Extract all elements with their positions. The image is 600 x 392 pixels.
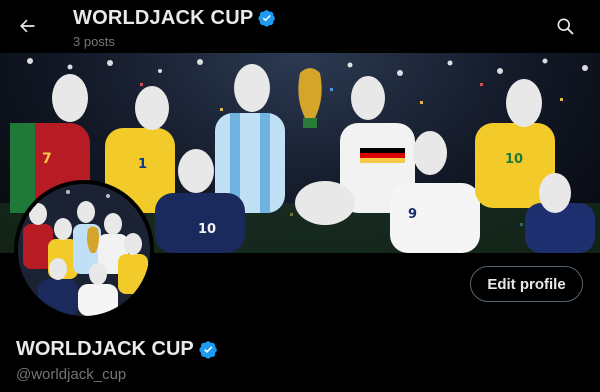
arrow-left-icon [20, 19, 35, 33]
page-title: WORLDJACK CUP [73, 6, 254, 29]
edit-profile-button[interactable]: Edit profile [470, 266, 583, 302]
svg-text:9: 9 [408, 207, 417, 222]
search-icon [557, 18, 574, 35]
header-title-block: WORLDJACK CUP 3 posts [73, 6, 276, 49]
profile-display-name: WORLDJACK CUP [16, 338, 194, 360]
svg-text:7: 7 [42, 151, 52, 167]
svg-text:1: 1 [138, 157, 147, 172]
top-bar: WORLDJACK CUP 3 posts [0, 0, 600, 53]
profile-handle: @worldjack_cup [16, 366, 127, 383]
svg-text:10: 10 [198, 222, 216, 237]
svg-text:10: 10 [505, 152, 523, 167]
back-button[interactable] [10, 9, 44, 43]
avatar-image [18, 184, 150, 316]
profile-avatar[interactable] [14, 180, 154, 320]
profile-name-row: WORLDJACK CUP [16, 338, 218, 361]
verified-badge-icon [258, 9, 276, 27]
verified-badge-icon[interactable] [199, 340, 218, 359]
posts-count: 3 posts [73, 34, 115, 49]
search-button[interactable] [548, 9, 582, 43]
